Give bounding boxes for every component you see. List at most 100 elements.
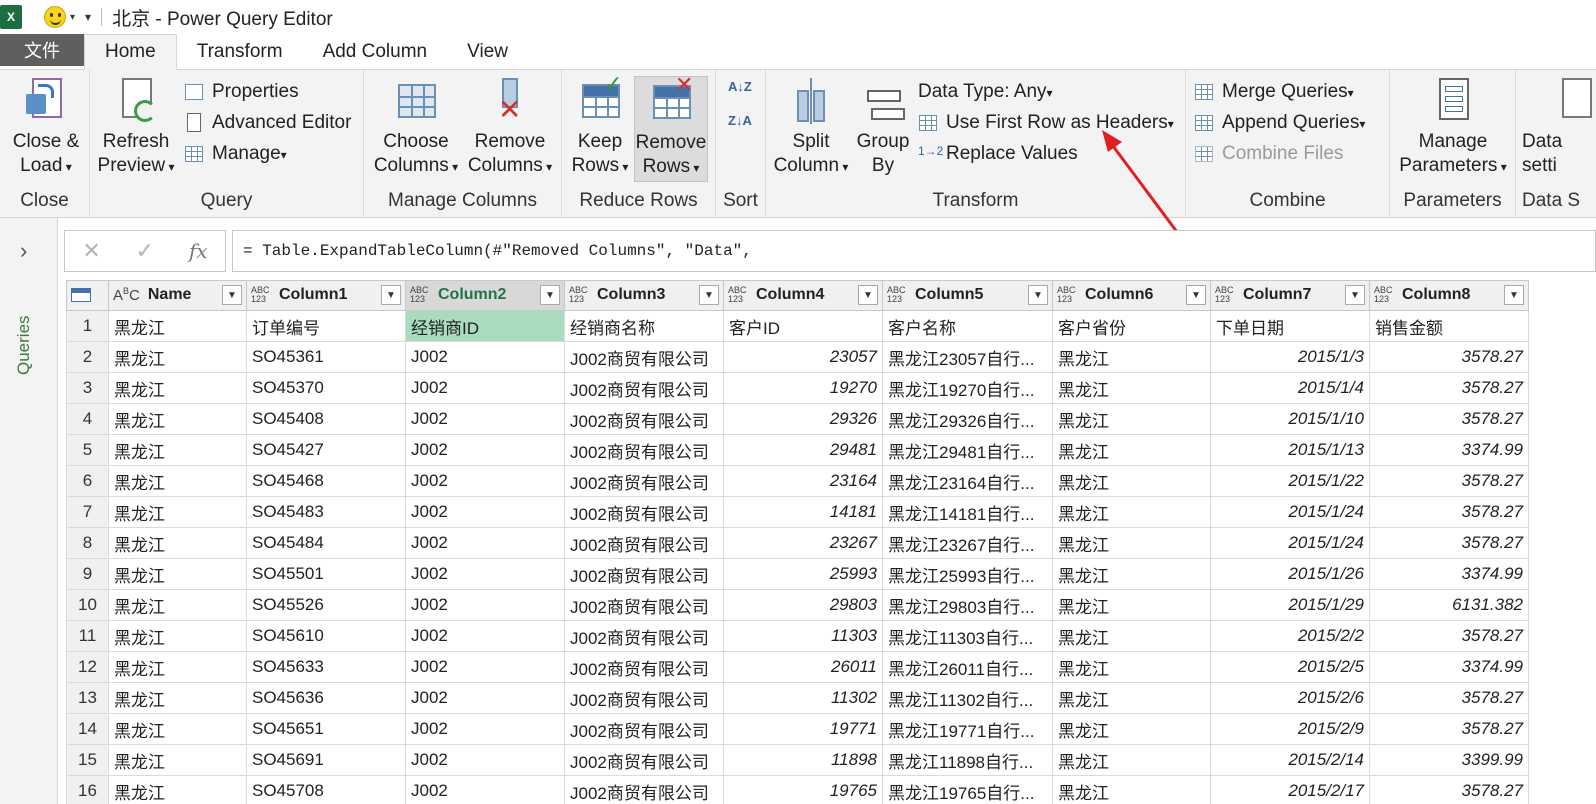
column-filter-dropdown-icon[interactable]: ▼	[858, 285, 878, 305]
table-cell[interactable]: 2015/1/4	[1210, 372, 1370, 404]
row-number[interactable]: 12	[66, 651, 109, 683]
expand-queries-chevron-icon[interactable]: ›	[20, 238, 27, 264]
table-cell[interactable]: 黑龙江	[1052, 744, 1211, 776]
table-cell[interactable]: 下单日期	[1210, 310, 1370, 342]
table-cell[interactable]: 11302	[723, 682, 883, 714]
column-header-column6[interactable]: ABC 123 Column6 ▼	[1052, 280, 1211, 311]
table-cell[interactable]: 黑龙江	[108, 496, 247, 528]
replace-values-button[interactable]: 1→2 Replace Values	[918, 140, 1078, 168]
table-cell[interactable]: 黑龙江	[1052, 527, 1211, 559]
table-cell[interactable]: J002商贸有限公司	[564, 496, 724, 528]
table-cell[interactable]: 2015/2/2	[1210, 620, 1370, 652]
keep-rows-button[interactable]: ✓ Keep Rows	[568, 72, 632, 179]
table-cell[interactable]: SO45526	[246, 589, 406, 621]
table-cell[interactable]: 黑龙江	[108, 713, 247, 745]
column-header-column5[interactable]: ABC 123 Column5 ▼	[882, 280, 1053, 311]
advanced-editor-button[interactable]: Advanced Editor	[184, 109, 351, 137]
table-cell[interactable]: 3578.27	[1369, 620, 1529, 652]
table-cell[interactable]: 6131.382	[1369, 589, 1529, 621]
table-cell[interactable]: 黑龙江	[1052, 341, 1211, 373]
table-cell[interactable]: J002	[405, 465, 565, 497]
commit-formula-icon[interactable]: ✓	[136, 238, 154, 264]
column-type-icon[interactable]: ABC 123	[251, 286, 273, 304]
manage-parameters-button[interactable]: Manage Parameters	[1394, 78, 1512, 179]
table-cell[interactable]: 3578.27	[1369, 496, 1529, 528]
table-cell[interactable]: 3578.27	[1369, 341, 1529, 373]
table-cell[interactable]: 黑龙江29326自行...	[882, 403, 1053, 435]
row-number[interactable]: 13	[66, 682, 109, 714]
table-cell[interactable]: 3578.27	[1369, 372, 1529, 404]
table-cell[interactable]: J002	[405, 341, 565, 373]
table-cell[interactable]: 11898	[723, 744, 883, 776]
table-cell[interactable]: 19765	[723, 775, 883, 804]
table-cell[interactable]: 2015/2/17	[1210, 775, 1370, 804]
table-cell[interactable]: 黑龙江23057自行...	[882, 341, 1053, 373]
remove-rows-button[interactable]: ✕ Remove Rows	[634, 72, 708, 182]
table-cell[interactable]: 2015/1/22	[1210, 465, 1370, 497]
table-cell[interactable]: 黑龙江	[1052, 465, 1211, 497]
column-filter-dropdown-icon[interactable]: ▼	[1504, 285, 1524, 305]
table-cell[interactable]: 2015/1/26	[1210, 558, 1370, 590]
table-cell[interactable]: 黑龙江	[1052, 651, 1211, 683]
table-cell[interactable]: 黑龙江	[108, 527, 247, 559]
table-cell[interactable]: 2015/1/24	[1210, 496, 1370, 528]
table-cell[interactable]: 黑龙江	[108, 775, 247, 804]
table-cell[interactable]: J002	[405, 496, 565, 528]
table-cell[interactable]: 黑龙江	[1052, 558, 1211, 590]
table-cell[interactable]: J002商贸有限公司	[564, 713, 724, 745]
table-cell[interactable]: SO45468	[246, 465, 406, 497]
remove-columns-button[interactable]: ✕ Remove Columns	[464, 78, 556, 179]
table-cell[interactable]: J002	[405, 651, 565, 683]
data-source-settings-button[interactable]: Data setti	[1522, 78, 1592, 178]
table-cell[interactable]: SO45610	[246, 620, 406, 652]
table-cell[interactable]: 3374.99	[1369, 434, 1529, 466]
column-type-icon[interactable]: ABC 123	[887, 286, 909, 304]
row-number[interactable]: 16	[66, 775, 109, 804]
table-cell[interactable]: 黑龙江23164自行...	[882, 465, 1053, 497]
formula-input[interactable]: = Table.ExpandTableColumn(#"Removed Colu…	[232, 230, 1596, 272]
column-header-column4[interactable]: ABC 123 Column4 ▼	[723, 280, 883, 311]
table-cell[interactable]: J002商贸有限公司	[564, 372, 724, 404]
table-cell[interactable]: J002	[405, 744, 565, 776]
table-cell[interactable]: J002商贸有限公司	[564, 341, 724, 373]
fx-icon[interactable]: fx	[189, 239, 208, 263]
column-type-icon[interactable]: ABC 123	[1057, 286, 1079, 304]
table-cell[interactable]: J002商贸有限公司	[564, 589, 724, 621]
table-cell[interactable]: 黑龙江	[108, 651, 247, 683]
row-number[interactable]: 4	[66, 403, 109, 435]
table-cell[interactable]: SO45651	[246, 713, 406, 745]
table-cell[interactable]: 25993	[723, 558, 883, 590]
manage-query-button[interactable]: Manage	[184, 140, 287, 168]
properties-button[interactable]: Properties	[184, 78, 299, 106]
row-number[interactable]: 8	[66, 527, 109, 559]
table-cell[interactable]: J002商贸有限公司	[564, 620, 724, 652]
table-cell[interactable]: 黑龙江	[1052, 496, 1211, 528]
column-type-icon[interactable]: ABC 123	[728, 286, 750, 304]
tab-add-column[interactable]: Add Column	[303, 35, 448, 69]
refresh-preview-button[interactable]: Refresh Preview	[94, 78, 178, 179]
column-filter-dropdown-icon[interactable]: ▼	[540, 285, 560, 305]
table-cell[interactable]: J002	[405, 620, 565, 652]
table-cell[interactable]: 黑龙江23267自行...	[882, 527, 1053, 559]
table-cell[interactable]: 经销商ID	[405, 310, 565, 342]
table-cell[interactable]: J002	[405, 372, 565, 404]
table-cell[interactable]: 黑龙江	[1052, 713, 1211, 745]
table-cell[interactable]: 2015/2/6	[1210, 682, 1370, 714]
column-header-column2[interactable]: ABC 123 Column2 ▼	[405, 280, 565, 311]
column-filter-dropdown-icon[interactable]: ▼	[222, 285, 242, 305]
table-cell[interactable]: 黑龙江	[1052, 775, 1211, 804]
table-cell[interactable]: 黑龙江	[108, 434, 247, 466]
table-cell[interactable]: SO45636	[246, 682, 406, 714]
table-cell[interactable]: 3399.99	[1369, 744, 1529, 776]
table-cell[interactable]: 2015/1/3	[1210, 341, 1370, 373]
row-number[interactable]: 3	[66, 372, 109, 404]
table-cell[interactable]: 黑龙江11898自行...	[882, 744, 1053, 776]
split-column-button[interactable]: Split Column	[770, 78, 852, 179]
table-cell[interactable]: 3578.27	[1369, 403, 1529, 435]
table-cell[interactable]: J002商贸有限公司	[564, 775, 724, 804]
customize-quick-access-icon[interactable]: ▾	[85, 10, 91, 24]
table-cell[interactable]: 黑龙江19765自行...	[882, 775, 1053, 804]
table-cell[interactable]: 经销商名称	[564, 310, 724, 342]
table-cell[interactable]: 26011	[723, 651, 883, 683]
column-filter-dropdown-icon[interactable]: ▼	[1028, 285, 1048, 305]
